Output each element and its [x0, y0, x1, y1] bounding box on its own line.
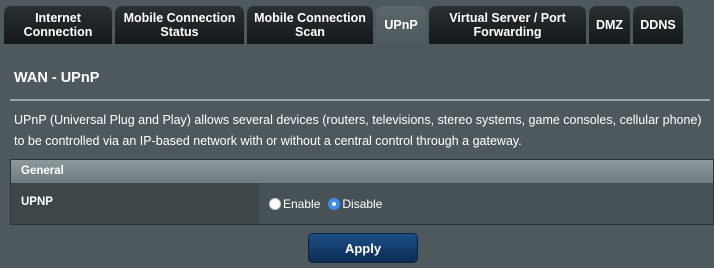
page-description: UPnP (Universal Plug and Play) allows se…	[14, 113, 702, 148]
tab-internet-connection[interactable]: Internet Connection	[4, 6, 112, 44]
title-divider	[10, 99, 710, 101]
upnp-options: Enable Disable	[259, 183, 713, 224]
page-title: WAN - UPnP	[14, 70, 100, 86]
content-panel: WAN - UPnP UPnP (Universal Plug and Play…	[0, 44, 714, 268]
tab-ddns[interactable]: DDNS	[633, 6, 683, 44]
tab-virtual-server-port-forwarding[interactable]: Virtual Server / Port Forwarding	[429, 6, 586, 44]
apply-button[interactable]: Apply	[308, 233, 418, 263]
tab-upnp[interactable]: UPnP	[376, 6, 426, 44]
disable-radio[interactable]	[328, 197, 341, 210]
router-settings-window: Internet Connection Mobile Connection St…	[0, 0, 714, 268]
tab-mobile-connection-scan[interactable]: Mobile Connection Scan	[247, 6, 373, 44]
upnp-row: UPNP Enable Disable	[11, 183, 713, 224]
enable-radio[interactable]	[269, 197, 281, 210]
disable-radio-label[interactable]: Disable	[342, 197, 382, 211]
upnp-label: UPNP	[11, 183, 259, 224]
general-settings-table: General UPNP Enable Disable	[10, 159, 714, 225]
tab-dmz[interactable]: DMZ	[589, 6, 630, 44]
section-header: General	[11, 160, 713, 183]
tab-bar: Internet Connection Mobile Connection St…	[4, 6, 686, 44]
tab-mobile-connection-status[interactable]: Mobile Connection Status	[115, 6, 244, 44]
enable-radio-label[interactable]: Enable	[283, 197, 320, 211]
